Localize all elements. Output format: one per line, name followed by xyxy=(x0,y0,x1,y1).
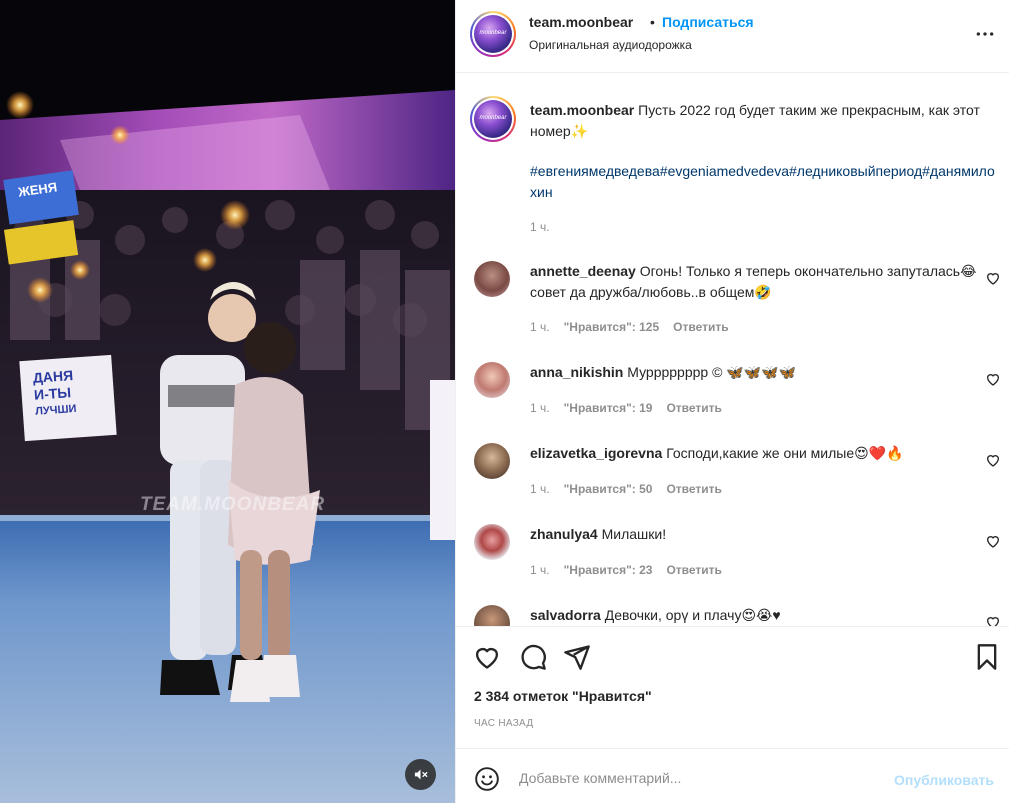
post-details-panel: moonbear team.moonbear • Подписаться Ори… xyxy=(455,0,1009,803)
reply-button[interactable]: Ответить xyxy=(666,482,721,496)
comment-input[interactable] xyxy=(519,767,879,789)
speaker-muted-icon xyxy=(414,769,428,780)
bookmark-icon[interactable] xyxy=(973,643,1001,671)
separator-dot: • xyxy=(650,14,655,30)
more-options-icon[interactable] xyxy=(974,24,996,44)
add-comment-bar: Опубликовать xyxy=(456,748,1009,803)
comment-username[interactable]: anna_nikishin xyxy=(530,364,623,380)
comment-meta: 1 ч. "Нравится": 125 Ответить xyxy=(530,320,743,334)
heart-icon[interactable] xyxy=(985,371,1001,387)
heart-icon[interactable] xyxy=(985,270,1001,286)
heart-icon[interactable] xyxy=(473,643,501,671)
commenter-avatar[interactable] xyxy=(474,261,510,297)
audio-link[interactable]: Оригинальная аудиодорожка xyxy=(529,38,692,52)
comment-body: Милашки! xyxy=(601,526,667,542)
heart-icon[interactable] xyxy=(985,533,1001,549)
comment-time[interactable]: 1 ч. xyxy=(530,563,550,577)
emoji-icon[interactable] xyxy=(474,766,500,792)
comment-body: Мурррррррр © 🦋🦋🦋🦋 xyxy=(627,364,797,380)
likes-count[interactable]: 2 384 отметок "Нравится" xyxy=(474,688,652,704)
mute-button[interactable] xyxy=(405,759,436,790)
commenter-avatar[interactable] xyxy=(474,524,510,560)
comment-likes[interactable]: "Нравится": 23 xyxy=(564,563,653,577)
comment-username[interactable]: zhanulya4 xyxy=(530,526,598,542)
fan-banner-bottom: ДАНЯ И-ТЫ ЛУЧШИ xyxy=(32,364,115,420)
post-time[interactable]: час назад xyxy=(474,718,533,729)
comment-text: annette_deenay Огонь! Только я теперь ок… xyxy=(530,261,1000,303)
caption-text: team.moonbear Пусть 2022 год будет таким… xyxy=(530,100,1000,142)
commenter-avatar[interactable] xyxy=(474,605,510,626)
caption-username[interactable]: team.moonbear xyxy=(530,102,634,118)
comment-likes[interactable]: "Нравится": 19 xyxy=(564,401,653,415)
author-avatar[interactable]: moonbear xyxy=(470,11,516,57)
reply-button[interactable]: Ответить xyxy=(666,563,721,577)
post-header: moonbear team.moonbear • Подписаться Ори… xyxy=(456,0,1009,73)
comment-likes[interactable]: "Нравится": 125 xyxy=(564,320,660,334)
comment-body: Господи,какие же они милые😍❤️🔥 xyxy=(666,445,904,461)
sparkles-emoji: ✨ xyxy=(570,123,589,139)
comment-time[interactable]: 1 ч. xyxy=(530,320,550,334)
video-watermark: TEAM.MOONBEAR xyxy=(140,494,326,515)
comment-icon[interactable] xyxy=(519,643,547,671)
comment-text: elizavetka_igorevna Господи,какие же они… xyxy=(530,443,1000,464)
comment-username[interactable]: elizavetka_igorevna xyxy=(530,445,662,461)
reply-button[interactable]: Ответить xyxy=(666,401,721,415)
comment-meta: 1 ч. "Нравится": 19 Ответить xyxy=(530,401,736,415)
comment-text: salvadorra Девочки, орү и плачу😍😭♥ xyxy=(530,605,1000,626)
comment-username[interactable]: annette_deenay xyxy=(530,263,636,279)
comment-body: Девочки, орү и плачу😍😭♥ xyxy=(604,607,781,623)
author-username[interactable]: team.moonbear xyxy=(529,14,633,30)
comment-meta: 1 ч. "Нравится": 23 Ответить xyxy=(530,563,736,577)
comments-list[interactable]: moonbear team.moonbear Пусть 2022 год бу… xyxy=(456,73,1009,626)
reply-button[interactable]: Ответить xyxy=(673,320,728,334)
comment-time[interactable]: 1 ч. xyxy=(530,401,550,415)
commenter-avatar[interactable] xyxy=(474,362,510,398)
publish-button[interactable]: Опубликовать xyxy=(894,772,994,788)
send-icon[interactable] xyxy=(563,643,591,671)
caption-author-avatar[interactable]: moonbear xyxy=(470,96,516,142)
post-actions: 2 384 отметок "Нравится" час назад xyxy=(456,626,1009,748)
commenter-avatar[interactable] xyxy=(474,443,510,479)
caption-time[interactable]: 1 ч. xyxy=(530,220,550,234)
comment-text: anna_nikishin Мурррррррр © 🦋🦋🦋🦋 xyxy=(530,362,1000,383)
heart-icon[interactable] xyxy=(985,452,1001,468)
comment-meta: 1 ч. "Нравится": 50 Ответить xyxy=(530,482,736,496)
comment-likes[interactable]: "Нравится": 50 xyxy=(564,482,653,496)
caption-hashtags[interactable]: #евгениямедведева#evgeniamedvedeva#ледни… xyxy=(530,161,1000,203)
comment-time[interactable]: 1 ч. xyxy=(530,482,550,496)
comment-username[interactable]: salvadorra xyxy=(530,607,601,623)
heart-icon[interactable] xyxy=(985,614,1001,626)
comment-text: zhanulya4 Милашки! xyxy=(530,524,1000,545)
caption-meta: 1 ч. xyxy=(530,220,564,234)
follow-button[interactable]: Подписаться xyxy=(662,14,754,30)
